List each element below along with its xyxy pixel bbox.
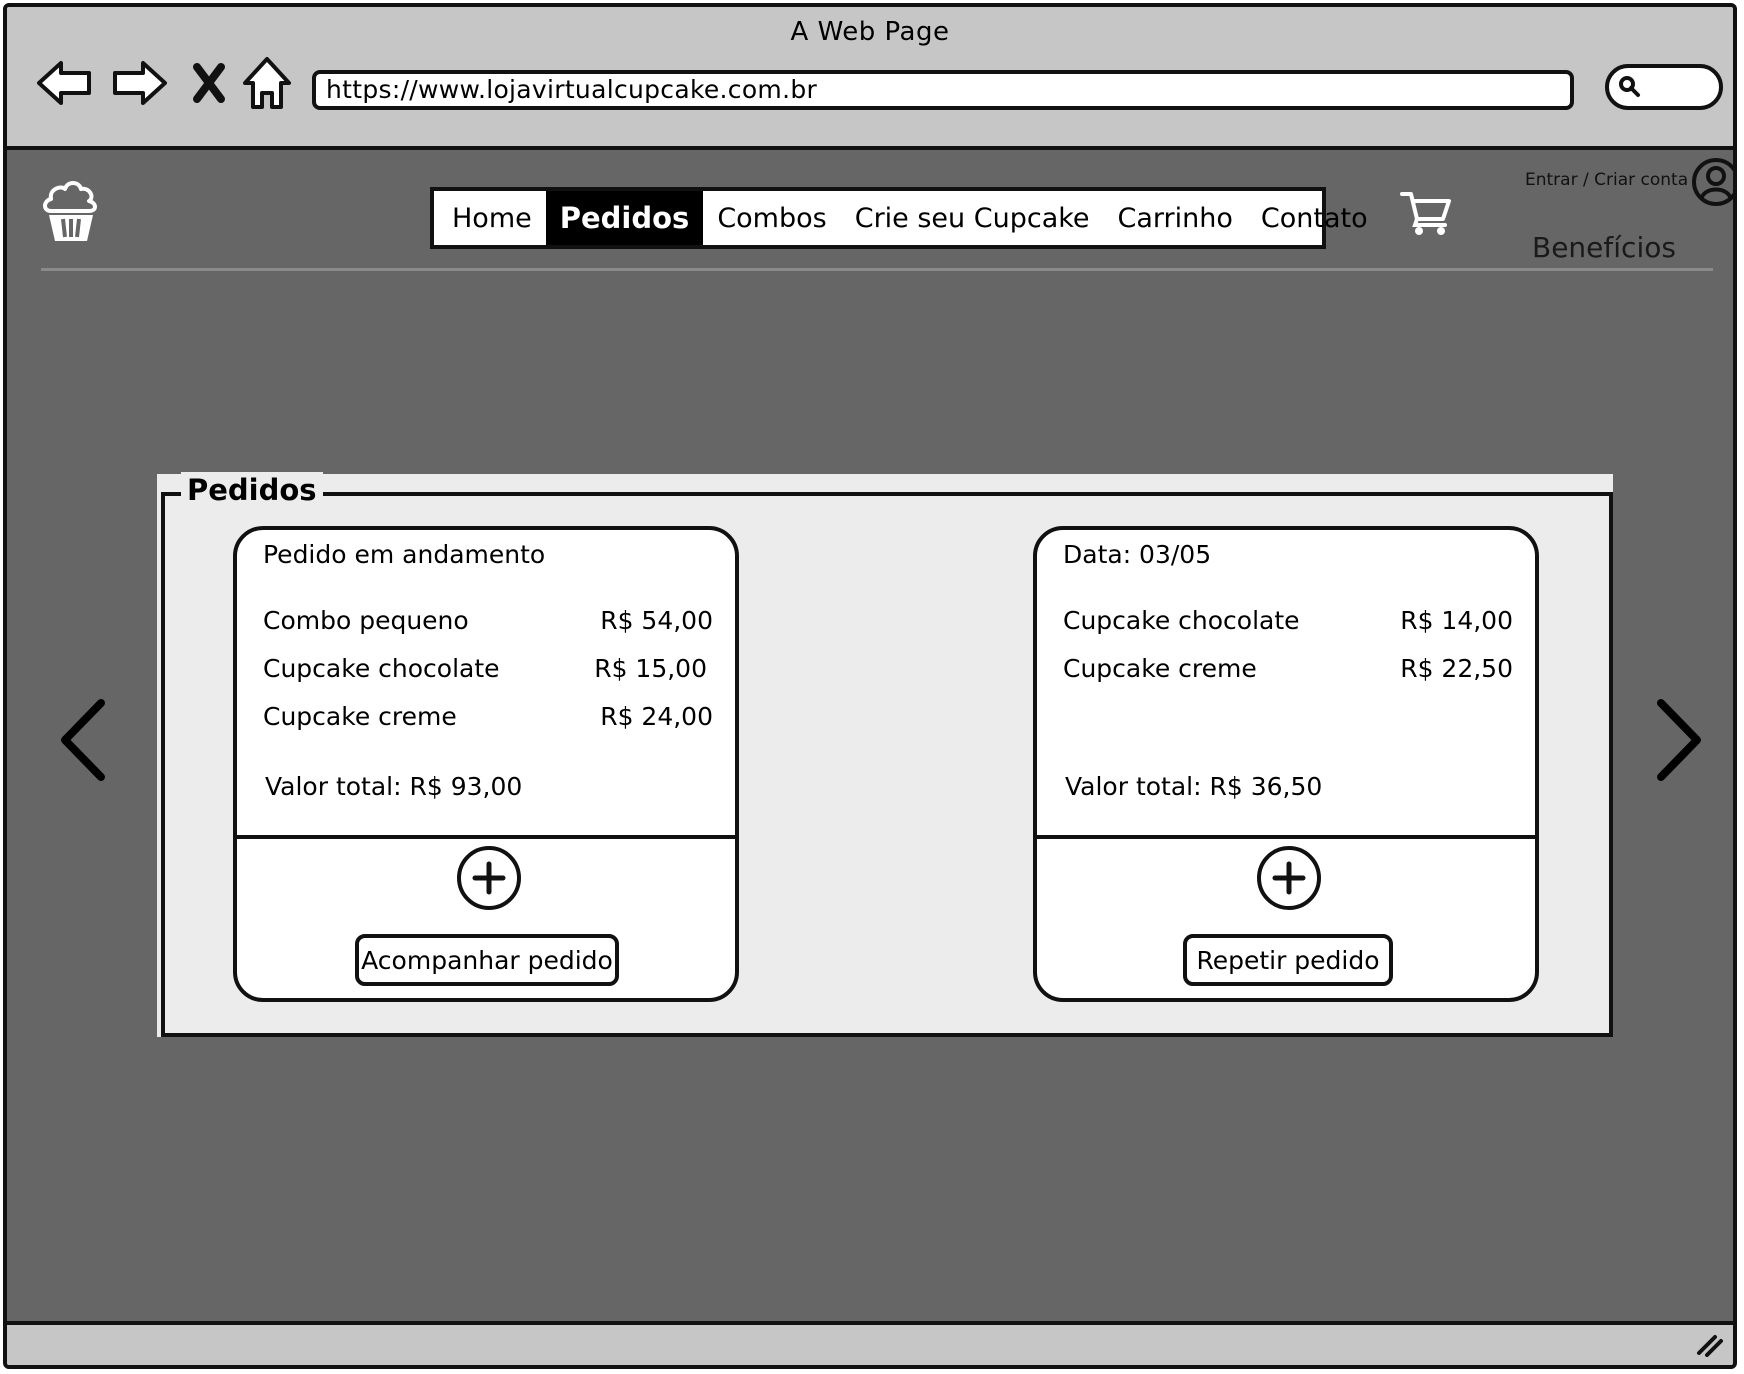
expand-order-button[interactable] [1257, 846, 1321, 910]
item-price: R$ 14,00 [1400, 606, 1513, 635]
search-box[interactable] [1605, 64, 1723, 110]
order-total: Valor total: R$ 93,00 [265, 772, 523, 801]
browser-toolbar: A Web Page https://www.lojavirtualcupcak… [7, 7, 1733, 150]
window-title: A Web Page [790, 17, 950, 47]
item-price: R$ 22,50 [1400, 654, 1513, 683]
item-name: Cupcake creme [263, 702, 457, 731]
home-icon[interactable] [235, 51, 299, 115]
order-card: Data: 03/05 Cupcake chocolate R$ 14,00 C… [1033, 526, 1539, 1002]
user-circle-icon[interactable] [1691, 157, 1733, 211]
orders-panel: Pedidos Pedido em andamento Combo pequen… [157, 472, 1613, 1037]
order-item: Cupcake creme R$ 24,00 [263, 702, 713, 731]
back-arrow-icon[interactable] [33, 51, 97, 115]
url-input[interactable]: https://www.lojavirtualcupcake.com.br [312, 70, 1574, 110]
browser-status-bar [7, 1321, 1733, 1365]
item-name: Cupcake chocolate [1063, 606, 1300, 635]
item-name: Cupcake chocolate [263, 654, 500, 683]
order-date: Data: 03/05 [1063, 540, 1212, 569]
menu-item-home[interactable]: Home [438, 191, 546, 245]
order-item: Cupcake chocolate R$ 14,00 [1063, 606, 1513, 635]
orders-title: Pedidos [181, 472, 323, 508]
cupcake-icon[interactable] [39, 177, 103, 251]
menu-item-crie-seu-cupcake[interactable]: Crie seu Cupcake [841, 191, 1104, 245]
card-divider [233, 835, 739, 839]
expand-order-button[interactable] [457, 846, 521, 910]
plus-icon [1272, 861, 1306, 895]
repeat-order-button[interactable]: Repetir pedido [1183, 934, 1393, 986]
order-item: Combo pequeno R$ 54,00 [263, 606, 713, 635]
card-divider [1033, 835, 1539, 839]
carousel-next-icon[interactable] [1647, 697, 1707, 787]
menu-item-pedidos[interactable]: Pedidos [545, 191, 704, 245]
header-divider [41, 268, 1713, 271]
benefits-link[interactable]: Benefícios [1532, 231, 1676, 264]
track-order-button[interactable]: Acompanhar pedido [355, 934, 619, 986]
order-card: Pedido em andamento Combo pequeno R$ 54,… [233, 526, 739, 1002]
cart-icon[interactable] [1399, 189, 1453, 241]
menu-item-carrinho[interactable]: Carrinho [1104, 191, 1247, 245]
order-total: Valor total: R$ 36,50 [1065, 772, 1323, 801]
forward-arrow-icon[interactable] [107, 51, 171, 115]
resize-grip-icon[interactable] [1693, 1329, 1725, 1361]
menu-item-contato[interactable]: Contato [1247, 191, 1382, 245]
order-item: Cupcake creme R$ 22,50 [1063, 654, 1513, 683]
order-status: Pedido em andamento [263, 540, 546, 569]
carousel-prev-icon[interactable] [55, 697, 115, 787]
plus-icon [472, 861, 506, 895]
close-icon[interactable] [177, 51, 241, 115]
item-price: R$ 24,00 [600, 702, 713, 731]
main-menu: Home Pedidos Combos Crie seu Cupcake Car… [430, 187, 1368, 249]
item-price: R$ 15,00 [594, 654, 707, 683]
login-link[interactable]: Entrar / Criar conta [1525, 170, 1688, 190]
order-item: Cupcake chocolate R$ 15,00 [263, 654, 713, 683]
item-name: Cupcake creme [1063, 654, 1257, 683]
item-price: R$ 54,00 [600, 606, 713, 635]
item-name: Combo pequeno [263, 606, 469, 635]
browser-window: A Web Page https://www.lojavirtualcupcak… [3, 3, 1737, 1369]
search-icon [1619, 76, 1640, 97]
menu-item-combos[interactable]: Combos [703, 191, 840, 245]
